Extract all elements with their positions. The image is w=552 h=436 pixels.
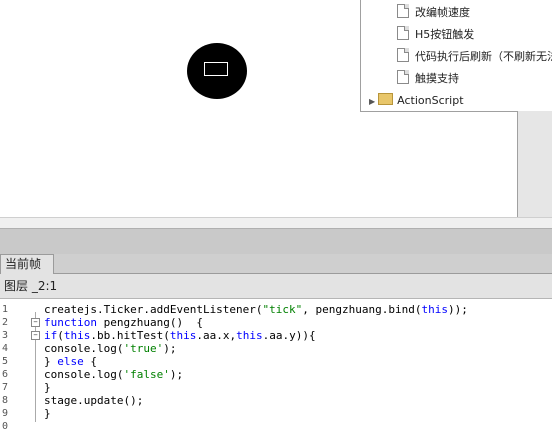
document-icon <box>397 26 409 40</box>
folder-icon <box>378 93 394 105</box>
code-line: if(this.bb.hitTest(this.aa.x,this.aa.y))… <box>44 329 316 342</box>
tree-folder-label: ActionScript <box>397 94 464 107</box>
fold-collapse-icon[interactable]: − <box>31 331 40 340</box>
code-token: } <box>44 381 51 394</box>
code-token: , pengzhuang.bind( <box>302 303 422 316</box>
code-line: stage.update(); <box>44 394 143 407</box>
code-token: ); <box>169 368 184 381</box>
code-keyword: else <box>57 355 84 368</box>
code-keyword: function <box>44 316 97 329</box>
code-keyword: if <box>44 329 58 342</box>
code-token: console.log( <box>44 368 124 381</box>
code-token: stage.update(); <box>44 394 144 407</box>
code-snippets-tree-panel: 改编帧速度 H5按钮触发 代码执行后刷新（不刷新无法 触摸支持 ▶ ActionS… <box>360 0 552 112</box>
tree-item-label: 代码执行后刷新（不刷新无法 <box>415 50 552 63</box>
code-token: createjs.Ticker.addEventListener( <box>44 303 263 316</box>
tree-item-frame-speed[interactable]: 改编帧速度 <box>397 3 470 23</box>
code-token: .aa.x, <box>196 329 237 342</box>
side-panel-gutter <box>517 111 552 217</box>
tree-item-label: 触摸支持 <box>415 72 459 85</box>
line-number-gutter: 1 2 3 4 5 6 7 8 9 0 <box>0 299 28 436</box>
code-keyword: this <box>63 329 91 342</box>
panel-divider[interactable] <box>0 228 552 256</box>
code-line: function pengzhuang() { <box>44 316 203 329</box>
tab-current-frame[interactable]: 当前帧 <box>0 254 54 274</box>
circle-sprite[interactable] <box>187 43 247 99</box>
line-number: 2 <box>2 317 9 328</box>
line-number: 0 <box>2 421 9 432</box>
tree-item-label: H5按钮触发 <box>415 28 475 41</box>
tree-item-h5-button[interactable]: H5按钮触发 <box>397 25 474 45</box>
code-keyword: this <box>169 329 197 342</box>
code-line: } else { <box>44 355 97 368</box>
code-keyword: this <box>236 329 263 342</box>
code-token: console.log( <box>44 342 124 355</box>
code-line: console.log('false'); <box>44 368 183 381</box>
code-line: } <box>44 381 51 394</box>
document-icon <box>397 70 409 84</box>
line-number: 6 <box>2 369 9 380</box>
code-line: console.log('true'); <box>44 342 176 355</box>
document-icon <box>397 4 409 18</box>
code-token: } <box>44 355 58 368</box>
tree-folder-actionscript[interactable]: ▶ ActionScript <box>369 92 464 110</box>
tree-item-refresh-after-exec[interactable]: 代码执行后刷新（不刷新无法 <box>397 47 552 67</box>
code-string: 'false' <box>123 368 170 381</box>
line-number: 3 <box>2 330 9 341</box>
document-icon <box>397 48 409 62</box>
code-keyword: this <box>421 303 449 316</box>
line-number: 5 <box>2 356 9 367</box>
code-token: ( <box>57 329 64 342</box>
layer-breadcrumb: 图层 _2:1 <box>0 274 552 299</box>
code-token: { <box>83 355 97 368</box>
code-token: pengzhuang() { <box>96 316 203 329</box>
tree-item-label: 改编帧速度 <box>415 6 470 19</box>
code-line: createjs.Ticker.addEventListener("tick",… <box>44 303 468 316</box>
sprite-inner-rectangle <box>204 62 228 76</box>
expand-arrow-icon[interactable]: ▶ <box>369 93 375 111</box>
tab-strip <box>54 254 552 274</box>
code-token: } <box>44 407 51 420</box>
line-number: 1 <box>2 304 9 315</box>
fold-collapse-icon[interactable]: − <box>31 318 40 327</box>
tree-item-touch-support[interactable]: 触摸支持 <box>397 69 459 89</box>
line-number: 9 <box>2 408 9 419</box>
code-token: .aa.y)){ <box>262 329 316 342</box>
code-editor[interactable]: 1 2 3 4 5 6 7 8 9 0 − − createjs.Ticker.… <box>0 299 552 436</box>
code-token: )); <box>448 303 468 316</box>
line-number: 8 <box>2 395 9 406</box>
code-fold-guide <box>35 312 36 422</box>
code-line: } <box>44 407 51 420</box>
code-string: "tick" <box>262 303 303 316</box>
code-token: ); <box>163 342 177 355</box>
code-token: .bb.hitTest( <box>90 329 170 342</box>
line-number: 7 <box>2 382 9 393</box>
line-number: 4 <box>2 343 9 354</box>
code-string: 'true' <box>123 342 164 355</box>
